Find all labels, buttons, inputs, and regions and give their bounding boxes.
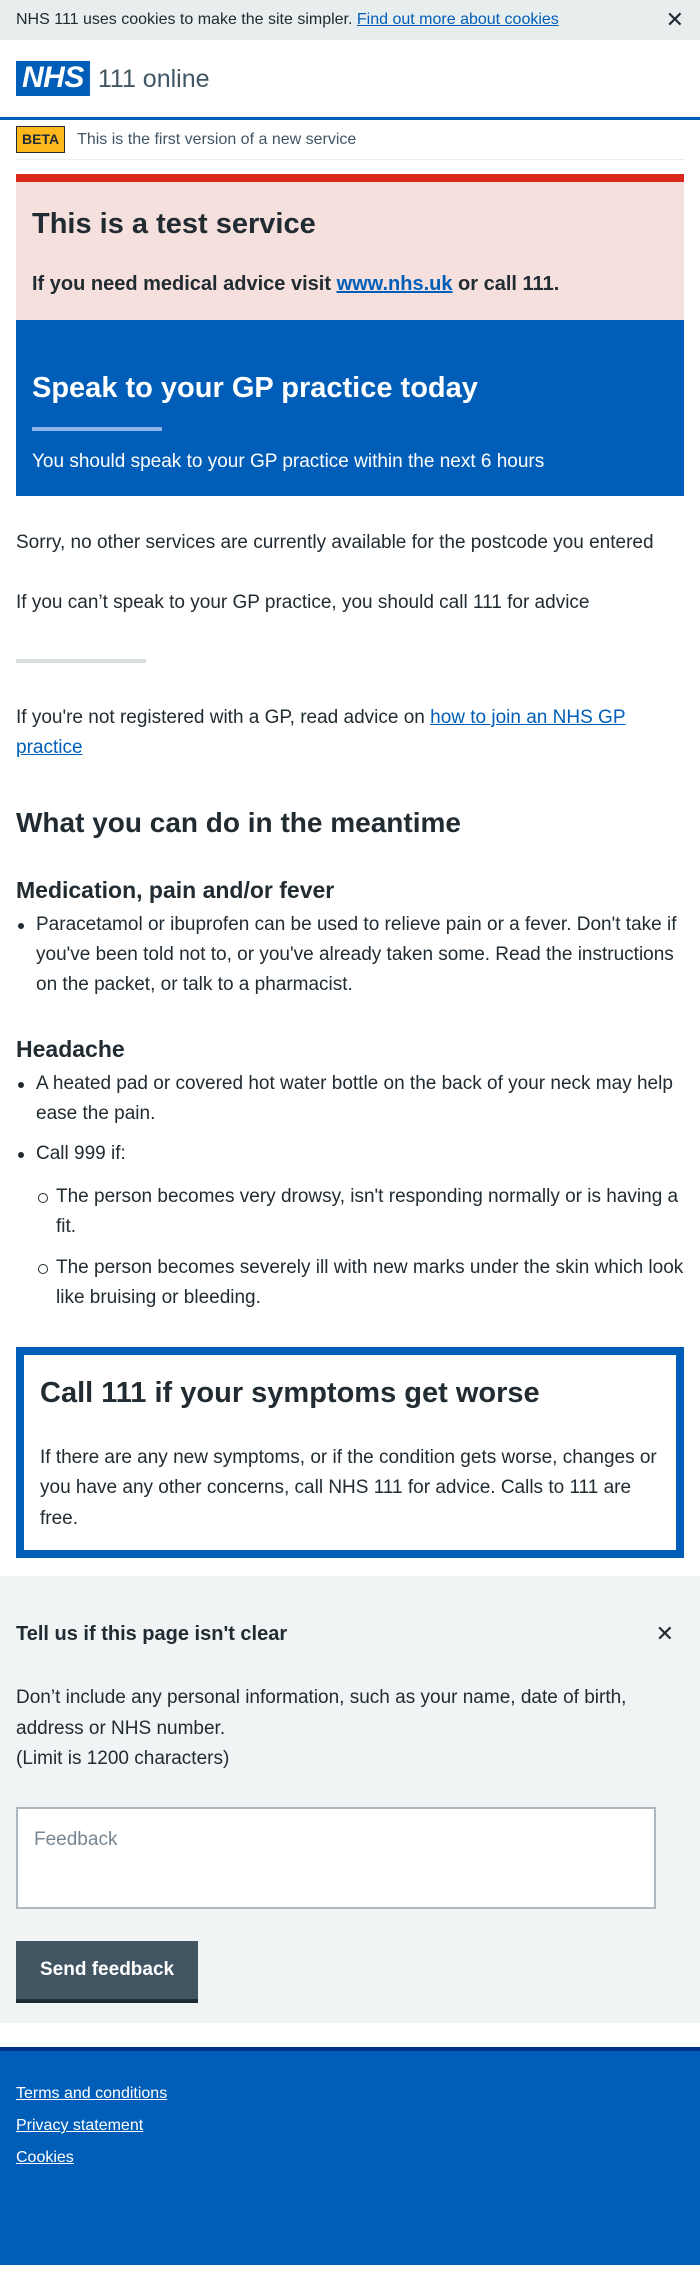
nhs-logo[interactable]: NHS xyxy=(16,61,90,96)
main-content: This is a test service If you need medic… xyxy=(0,174,700,1559)
feedback-panel: Tell us if this page isn't clear ✕ Don’t… xyxy=(0,1576,700,2023)
disposition-subtitle: You should speak to your GP practice wit… xyxy=(32,451,545,473)
disposition-panel: Speak to your GP practice today You shou… xyxy=(16,319,684,496)
list-item-call-999: Call 999 if: The person becomes very dro… xyxy=(18,1139,684,1314)
care-card-title: Call 111 if your symptoms get worse xyxy=(40,1377,540,1410)
footer-link-privacy[interactable]: Privacy statement xyxy=(16,2115,684,2137)
send-feedback-button[interactable]: Send feedback xyxy=(16,1940,199,1999)
list-item: Paracetamol or ibuprofen can be used to … xyxy=(18,910,684,1001)
not-registered-text: If you're not registered with a GP, read… xyxy=(16,703,684,764)
beta-tag: BETA xyxy=(16,126,66,153)
list-item: A heated pad or covered hot water bottle… xyxy=(18,1069,684,1130)
feedback-info: Don’t include any personal information, … xyxy=(16,1687,627,1739)
feedback-header: Tell us if this page isn't clear ✕ xyxy=(16,1616,684,1651)
test-service-title: This is a test service xyxy=(32,208,316,240)
site-header: NHS 111 online xyxy=(0,40,700,120)
headache-heading: Headache xyxy=(16,1035,125,1062)
cookie-info-link[interactable]: Find out more about cookies xyxy=(357,11,559,28)
cookie-banner-message: NHS 111 uses cookies to make the site si… xyxy=(16,7,559,33)
nhs-website-link[interactable]: www.nhs.uk xyxy=(337,273,453,295)
close-icon[interactable]: ✕ xyxy=(656,1616,674,1651)
section-divider xyxy=(16,658,146,663)
no-services-text: Sorry, no other services are currently a… xyxy=(16,531,654,553)
service-name[interactable]: 111 online xyxy=(98,59,210,99)
feedback-title: Tell us if this page isn't clear xyxy=(16,1622,288,1645)
test-service-text-after: or call 111. xyxy=(452,272,560,295)
headache-list: A heated pad or covered hot water bottle… xyxy=(16,1069,684,1314)
site-footer: Terms and conditions Privacy statement C… xyxy=(0,2046,700,2265)
care-card-text: If there are any new symptoms, or if the… xyxy=(40,1447,657,1529)
cookie-banner-text: NHS 111 uses cookies to make the site si… xyxy=(16,11,353,29)
test-service-text-before: If you need medical advice visit xyxy=(32,272,337,295)
footer-link-terms[interactable]: Terms and conditions xyxy=(16,2083,684,2105)
call-999-list: The person becomes very drowsy, isn't re… xyxy=(36,1182,684,1314)
page-title: Speak to your GP practice today xyxy=(32,371,478,404)
not-registered-text-before: If you're not registered with a GP, read… xyxy=(16,706,431,728)
meantime-heading: What you can do in the meantime xyxy=(16,807,461,839)
sub-list-item: The person becomes severely ill with new… xyxy=(38,1253,684,1314)
call-111-advice-text: If you can’t speak to your GP practice, … xyxy=(16,592,590,614)
beta-text: This is the first version of a new servi… xyxy=(77,130,357,148)
medication-list: Paracetamol or ibuprofen can be used to … xyxy=(16,910,684,1001)
test-service-warning: This is a test service If you need medic… xyxy=(16,174,684,320)
cookie-banner: NHS 111 uses cookies to make the site si… xyxy=(0,0,700,40)
close-icon[interactable]: ✕ xyxy=(666,9,684,31)
footer-link-cookies[interactable]: Cookies xyxy=(16,2147,684,2169)
beta-banner: BETA This is the first version of a new … xyxy=(16,120,684,160)
feedback-input[interactable] xyxy=(16,1806,656,1909)
call-111-care-card: Call 111 if your symptoms get worse If t… xyxy=(16,1347,684,1559)
feedback-limit: (Limit is 1200 characters) xyxy=(16,1748,230,1770)
call-999-label: Call 999 if: xyxy=(36,1143,126,1165)
sub-list-item: The person becomes very drowsy, isn't re… xyxy=(38,1182,684,1243)
test-service-text: If you need medical advice visit www.nhs… xyxy=(32,268,668,300)
disposition-divider xyxy=(32,427,162,432)
medication-heading: Medication, pain and/or fever xyxy=(16,876,335,903)
